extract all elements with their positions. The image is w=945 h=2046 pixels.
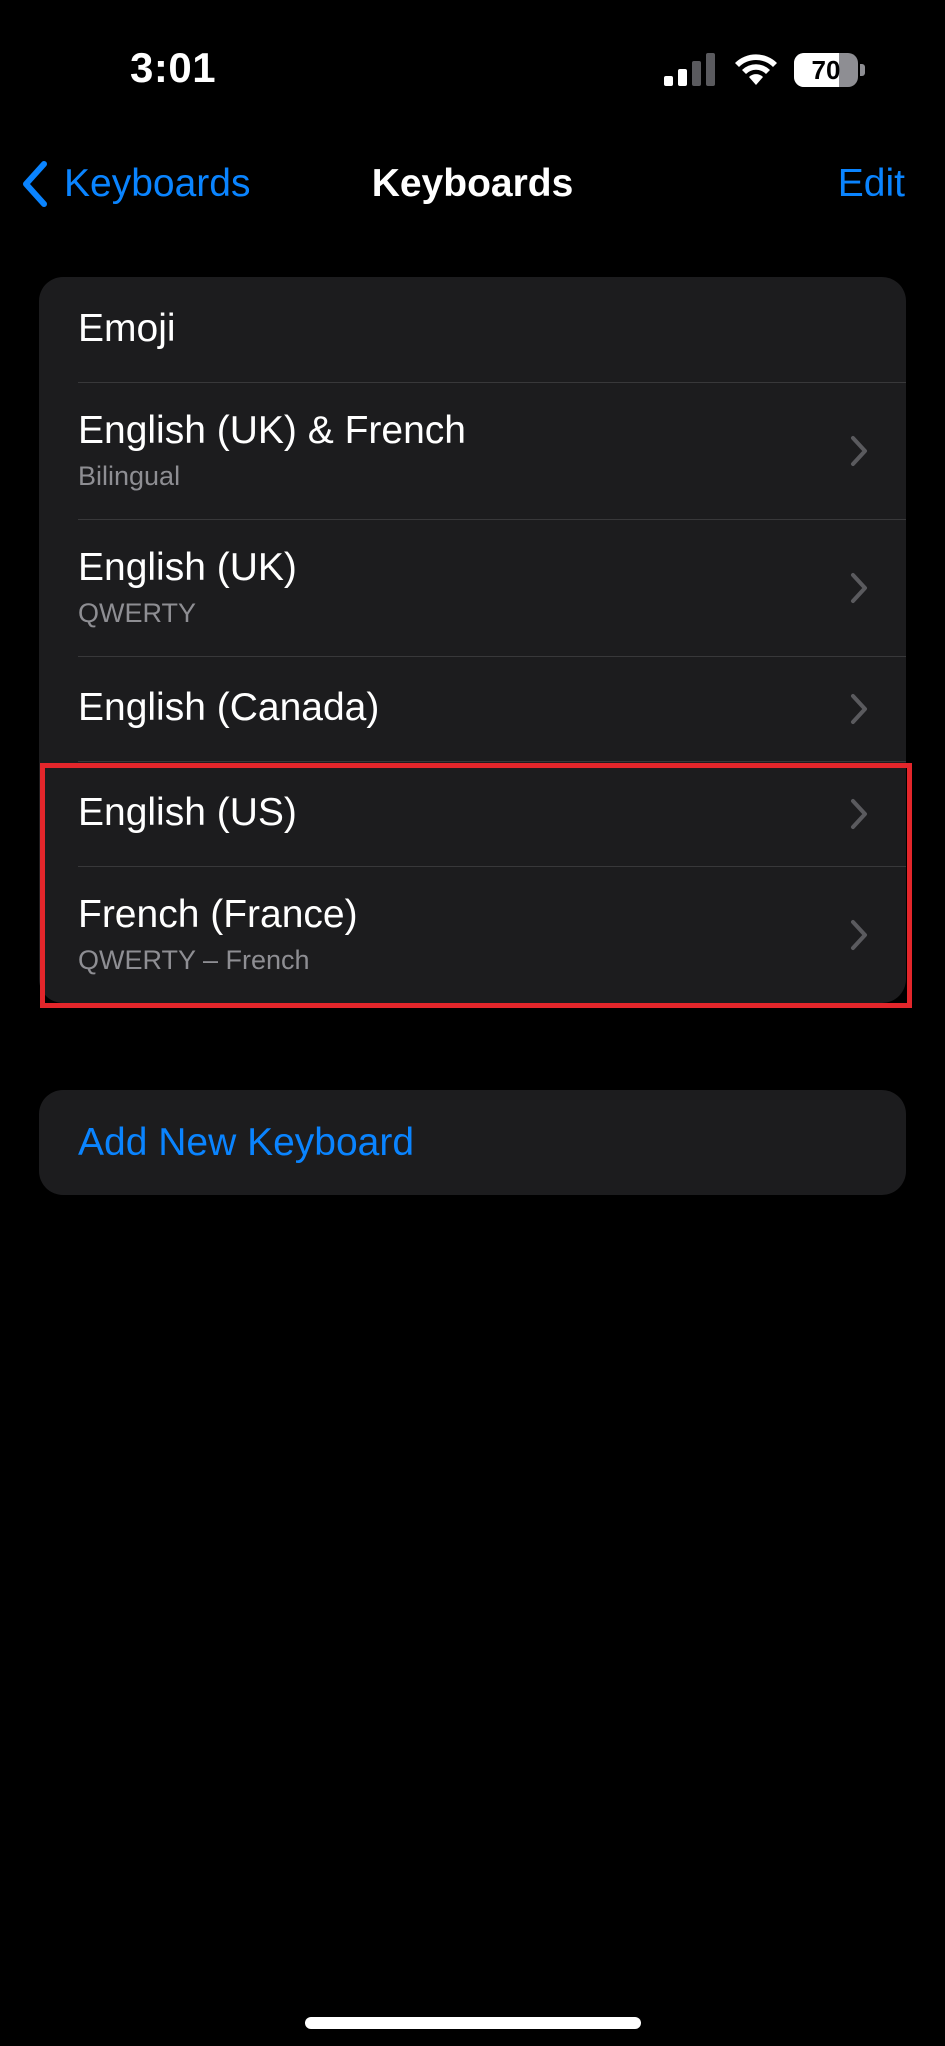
keyboard-subtitle: QWERTY – French <box>78 945 310 976</box>
row-text: Emoji <box>39 307 176 352</box>
keyboard-list: Emoji English (UK) & French Bilingual En… <box>39 277 906 1003</box>
battery-icon: 70 <box>794 53 858 87</box>
battery-level: 70 <box>811 54 841 85</box>
keyboard-title: Emoji <box>78 307 176 351</box>
keyboard-subtitle: QWERTY <box>78 598 197 629</box>
keyboard-row-english-uk-french[interactable]: English (UK) & French Bilingual <box>39 382 906 519</box>
row-text: French (France) QWERTY – French <box>39 893 358 977</box>
keyboard-title: English (US) <box>78 791 297 835</box>
add-new-keyboard-label: Add New Keyboard <box>78 1120 415 1164</box>
battery-nub <box>860 64 865 76</box>
screen: 3:01 70 Keyboards Keyboards Edit Emoji E… <box>0 0 945 2046</box>
row-text: English (UK) QWERTY <box>39 546 297 630</box>
page-title: Keyboards <box>371 162 574 205</box>
edit-button[interactable]: Edit <box>838 162 905 206</box>
add-new-keyboard-button[interactable]: Add New Keyboard <box>39 1090 906 1195</box>
keyboard-row-french-france[interactable]: French (France) QWERTY – French <box>39 866 906 1003</box>
status-time: 3:01 <box>130 44 217 91</box>
chevron-right-icon <box>851 572 867 603</box>
chevron-right-icon <box>851 919 867 950</box>
chevron-right-icon <box>851 435 867 466</box>
keyboard-row-emoji[interactable]: Emoji <box>39 277 906 382</box>
signal-icon <box>664 53 715 86</box>
keyboard-subtitle: Bilingual <box>78 461 181 492</box>
chevron-right-icon <box>851 798 867 829</box>
keyboard-title: English (Canada) <box>78 686 380 730</box>
row-text: English (US) <box>39 791 297 836</box>
wifi-icon <box>735 54 777 85</box>
keyboard-row-english-canada[interactable]: English (Canada) <box>39 656 906 761</box>
chevron-right-icon <box>851 693 867 724</box>
nav-bar: Keyboards Keyboards Edit <box>0 150 945 220</box>
add-keyboard-group: Add New Keyboard <box>39 1090 906 1195</box>
home-indicator[interactable] <box>305 2017 641 2029</box>
keyboard-row-english-uk[interactable]: English (UK) QWERTY <box>39 519 906 656</box>
keyboard-title: English (UK) <box>78 545 297 589</box>
status-icons: 70 <box>662 50 865 90</box>
keyboard-title: French (France) <box>78 892 358 936</box>
keyboard-row-english-us[interactable]: English (US) <box>39 761 906 866</box>
row-text: English (UK) & French Bilingual <box>39 409 466 493</box>
row-text: English (Canada) <box>39 686 379 731</box>
keyboard-title: English (UK) & French <box>78 408 466 452</box>
